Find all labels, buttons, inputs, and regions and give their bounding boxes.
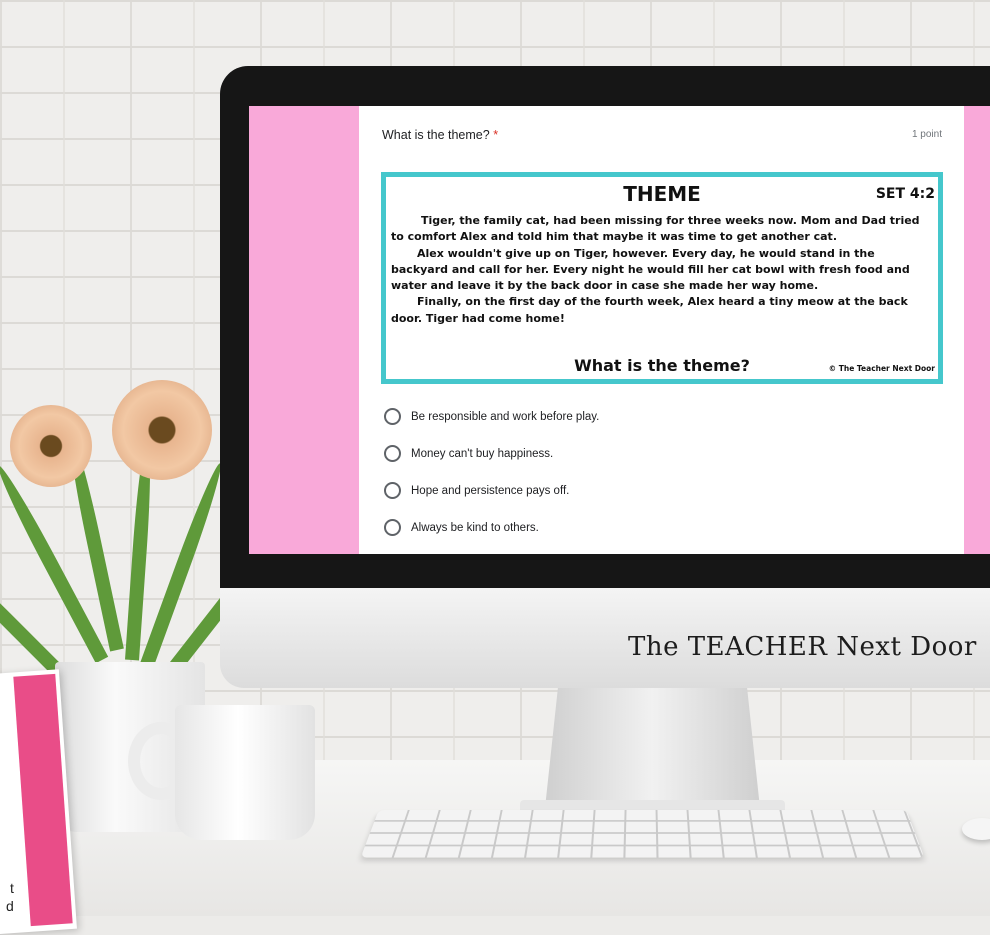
flower-icon — [112, 380, 212, 480]
flower-icon — [10, 405, 92, 487]
passage-paragraph: Tiger, the family cat, had been missing … — [391, 214, 920, 244]
answer-option[interactable]: Money can't buy happiness. — [384, 435, 599, 472]
question-points: 1 point — [911, 129, 942, 140]
answer-option-label: Always be kind to others. — [411, 521, 539, 534]
question-text: What is the theme? — [382, 128, 490, 142]
answer-option-label: Hope and persistence pays off. — [411, 484, 570, 497]
notebook-text: d — [6, 898, 14, 914]
google-form-question-card: What is the theme? * 1 point THEME SET 4… — [359, 106, 964, 554]
answer-option[interactable]: Hope and persistence pays off. — [384, 472, 599, 509]
passage-paragraph: Alex wouldn't give up on Tiger, however.… — [391, 246, 910, 293]
passage-heading: THEME — [623, 182, 701, 206]
monitor-stand — [545, 688, 760, 808]
monitor-screen: What is the theme? * 1 point THEME SET 4… — [249, 106, 990, 554]
coffee-mug — [175, 705, 315, 840]
reading-passage-image: THEME SET 4:2 Tiger, the family cat, had… — [381, 172, 943, 384]
passage-set-label: SET 4:2 — [875, 186, 935, 202]
passage-paragraph: Finally, on the first day of the fourth … — [391, 295, 908, 325]
notebook-text: t — [10, 880, 14, 896]
required-asterisk: * — [493, 128, 499, 142]
monitor-brand-logo: The TEACHER Next Door — [628, 632, 977, 662]
radio-button-icon[interactable] — [384, 482, 401, 499]
keyboard — [360, 810, 925, 858]
radio-button-icon[interactable] — [384, 519, 401, 536]
passage-body: Tiger, the family cat, had been missing … — [391, 213, 933, 327]
answer-option-label: Be responsible and work before play. — [411, 410, 600, 423]
answer-options: Be responsible and work before play. Mon… — [384, 398, 599, 546]
passage-copyright: © The Teacher Next Door — [828, 364, 935, 373]
answer-option-label: Money can't buy happiness. — [411, 447, 554, 460]
answer-option[interactable]: Always be kind to others. — [384, 509, 599, 546]
radio-button-icon[interactable] — [384, 408, 401, 425]
answer-option[interactable]: Be responsible and work before play. — [384, 398, 599, 435]
radio-button-icon[interactable] — [384, 445, 401, 462]
question-title: What is the theme? * — [382, 128, 498, 142]
